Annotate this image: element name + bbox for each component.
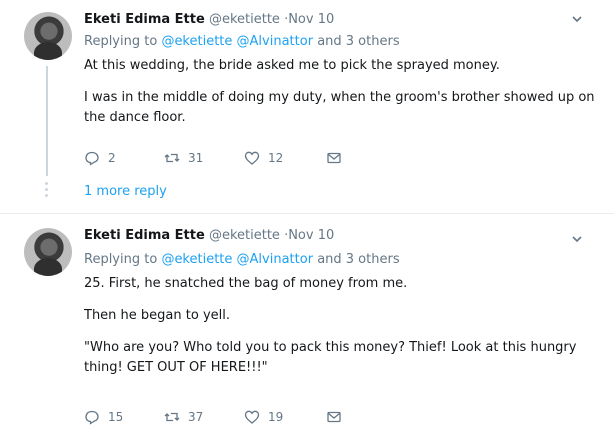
timestamp[interactable]: ·Nov 10 (284, 228, 334, 243)
like-count: 19 (268, 410, 284, 424)
replying-to: Replying to @eketiette @Alvinattor and 3… (84, 252, 400, 267)
tweet-header: Eketi Edima Ette @eketiette ·Nov 10 (84, 12, 334, 27)
timestamp[interactable]: ·Nov 10 (284, 12, 334, 27)
chevron-down-icon[interactable] (570, 12, 584, 26)
heart-icon (244, 410, 260, 424)
reply-count: 2 (108, 151, 116, 165)
tweet-line: I was in the middle of doing my duty, wh… (84, 90, 595, 105)
thread-dot (45, 182, 48, 185)
replying-mentions[interactable]: @eketiette @Alvinattor (161, 34, 313, 49)
tweet-line (84, 76, 595, 88)
retweet-count: 31 (188, 151, 204, 165)
tweet-line (84, 326, 576, 338)
tweet-actions: 2 31 12 (84, 150, 384, 168)
replying-prefix: Replying to (84, 252, 158, 267)
tweet-header: Eketi Edima Ette @eketiette ·Nov 10 (84, 228, 334, 243)
display-name[interactable]: Eketi Edima Ette (84, 228, 205, 243)
replying-suffix[interactable]: and 3 others (317, 252, 399, 267)
replying-prefix: Replying to (84, 34, 158, 49)
tweet-line: Then he began to yell. (84, 308, 230, 323)
tweet-text: At this wedding, the bride asked me to p… (84, 56, 595, 128)
tweet-text: 25. First, he snatched the bag of money … (84, 274, 576, 378)
handle[interactable]: @eketiette (209, 12, 280, 27)
replying-to: Replying to @eketiette @Alvinattor and 3… (84, 34, 400, 49)
divider (0, 213, 614, 214)
tweet-line: "Who are you? Who told you to pack this … (84, 340, 577, 355)
dm-button[interactable] (326, 150, 342, 166)
retweet-icon (164, 412, 180, 422)
envelope-icon (327, 152, 341, 164)
retweet-icon (164, 153, 180, 163)
like-count: 12 (268, 151, 284, 165)
heart-icon (244, 151, 260, 165)
reply-count: 15 (108, 410, 124, 424)
thread-dot (45, 188, 48, 191)
tweet-actions: 15 37 19 (84, 409, 384, 427)
like-button[interactable]: 19 (244, 409, 283, 425)
thread-dot (45, 194, 48, 197)
retweet-button[interactable]: 37 (164, 409, 203, 425)
tweet-line: thing! GET OUT OF HERE!!!" (84, 360, 268, 375)
envelope-icon (327, 411, 341, 423)
more-replies-link[interactable]: 1 more reply (84, 184, 167, 199)
thread-dots (45, 182, 49, 200)
avatar[interactable] (24, 228, 72, 276)
reply-button[interactable]: 2 (84, 150, 116, 166)
replying-suffix[interactable]: and 3 others (317, 34, 399, 49)
handle[interactable]: @eketiette (209, 228, 280, 243)
dm-button[interactable] (326, 409, 342, 425)
replying-mentions[interactable]: @eketiette @Alvinattor (161, 252, 313, 267)
tweet-line: 25. First, he snatched the bag of money … (84, 276, 408, 291)
tweet-line (84, 294, 576, 306)
retweet-count: 37 (188, 410, 204, 424)
thread-line (46, 66, 48, 176)
tweet-line: the dance floor. (84, 110, 186, 125)
reply-icon (85, 410, 99, 425)
reply-icon (85, 151, 99, 166)
chevron-down-icon[interactable] (570, 232, 584, 246)
retweet-button[interactable]: 31 (164, 150, 203, 166)
avatar[interactable] (24, 12, 72, 60)
tweet-line: At this wedding, the bride asked me to p… (84, 58, 500, 73)
display-name[interactable]: Eketi Edima Ette (84, 12, 205, 27)
like-button[interactable]: 12 (244, 150, 283, 166)
reply-button[interactable]: 15 (84, 409, 123, 425)
